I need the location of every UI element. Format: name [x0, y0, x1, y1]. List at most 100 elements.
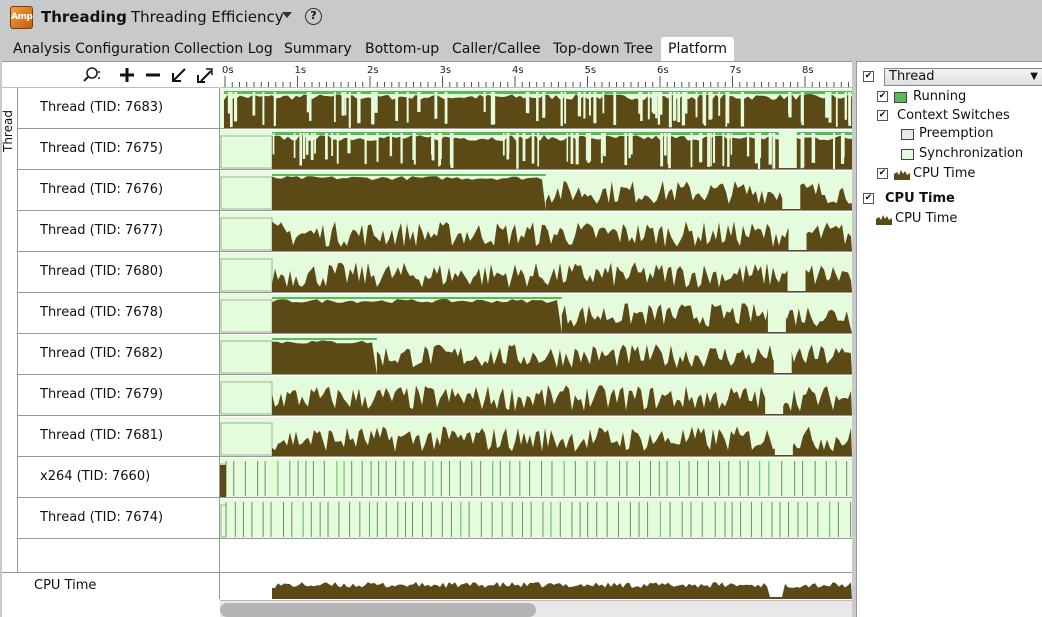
thread-track[interactable] [220, 498, 852, 539]
tab-analysis-configuration[interactable]: Analysis Configuration [6, 37, 177, 61]
thread-track-graph [220, 335, 852, 374]
synchronization-legend-label[interactable]: Synchronization [919, 146, 1023, 161]
cpu-time-checkbox[interactable]: ✔ [877, 168, 888, 179]
synchronization-gap [577, 92, 582, 117]
synchronization-gap [525, 92, 530, 114]
synchronization-gap [583, 92, 586, 119]
thread-track-graph [220, 417, 852, 456]
zoom-out-icon[interactable] [144, 66, 162, 84]
tab-summary[interactable]: Summary [277, 37, 359, 61]
thread-row-label[interactable]: Thread (TID: 7675) [18, 129, 220, 170]
analysis-type-title: Threading [41, 8, 127, 26]
help-icon[interactable]: ? [305, 8, 322, 25]
thread-track[interactable] [220, 88, 852, 129]
thread-grouping-select[interactable]: Thread ▼ [884, 68, 1042, 86]
synchronization-gap [726, 92, 730, 124]
synchronization-gap [309, 92, 312, 121]
cpu-time-group-checkbox[interactable]: ✔ [863, 193, 874, 204]
context-switches-legend-label: Context Switches [897, 108, 1010, 123]
tab-caller-callee[interactable]: Caller/Callee [445, 37, 548, 61]
tab-platform[interactable]: Platform [661, 37, 735, 61]
zoom-to-selection-icon[interactable] [170, 66, 188, 84]
thread-track[interactable] [220, 252, 852, 293]
thread-row-label[interactable]: Thread (TID: 7680) [18, 252, 220, 293]
synchronization-gap [364, 133, 367, 165]
synchronization-gap [334, 92, 336, 123]
synchronization-gap [310, 133, 314, 160]
cpu-time-swatch-icon [894, 170, 910, 180]
context-switches-checkbox[interactable]: ✔ [877, 110, 888, 121]
tab-bottom-up[interactable]: Bottom-up [358, 37, 446, 61]
synchronization-gap [773, 335, 792, 373]
synchronization-gap [531, 133, 535, 164]
synchronization-gap [227, 92, 231, 114]
synchronization-gap [299, 133, 303, 166]
preemption-legend-label[interactable]: Preemption [919, 126, 993, 141]
cpu-time-legend-label: CPU Time [913, 166, 976, 181]
tab-bar: Analysis Configuration Collection Log Su… [0, 37, 1042, 61]
cpu-time-track[interactable] [220, 572, 852, 599]
synchronization-gap [588, 92, 591, 116]
undo-zoom-icon[interactable] [196, 66, 214, 84]
thread-group-label-text: Thread [1, 110, 15, 152]
synchronization-gap [652, 92, 657, 114]
cpu-time-area [272, 176, 546, 210]
synchronization-gap [828, 92, 832, 123]
cpu-time-group-swatch-icon [876, 215, 892, 225]
synchronization-gap [663, 133, 667, 156]
ruler-tick-label: 2s [367, 65, 379, 76]
synchronization-gap [699, 133, 703, 163]
thread-track[interactable] [220, 129, 852, 170]
thread-tracks[interactable] [220, 88, 852, 573]
chevron-down-icon[interactable] [282, 12, 292, 18]
thread-row-label[interactable]: Thread (TID: 7676) [18, 170, 220, 211]
thread-track[interactable] [220, 334, 852, 375]
thread-row-label[interactable]: Thread (TID: 7683) [18, 88, 220, 129]
running-checkbox[interactable]: ✔ [877, 91, 888, 102]
synchronization-gap [788, 92, 792, 118]
synchronization-gap [848, 92, 851, 123]
thread-row-label[interactable]: Thread (TID: 7677) [18, 211, 220, 252]
thread-track[interactable] [220, 293, 852, 334]
tab-top-down-tree[interactable]: Top-down Tree [546, 37, 660, 61]
synchronization-gap [506, 133, 510, 160]
ruler-tick-label: 6s [657, 65, 669, 76]
thread-row-label[interactable]: Thread (TID: 7674) [18, 498, 220, 539]
chevron-down-icon[interactable]: ▼ [1030, 69, 1038, 85]
running-band [272, 132, 852, 135]
synchronization-gap [341, 92, 345, 116]
synchronization-gap [560, 92, 563, 126]
time-ruler[interactable]: 0s 1s 2s 3s 4s 5s 6s 7s 8s [220, 62, 852, 88]
analysis-name-title[interactable]: Threading Efficiency [131, 8, 284, 26]
running-band [272, 297, 562, 299]
thread-track[interactable] [220, 375, 852, 416]
cpu-time-area [272, 582, 852, 599]
synchronization-gap [844, 92, 847, 120]
thread-row-label[interactable]: Thread (TID: 7681) [18, 416, 220, 457]
synchronization-gap [730, 133, 733, 155]
synchronization-gap [832, 133, 836, 169]
search-icon[interactable] [82, 66, 100, 84]
thread-track[interactable] [220, 416, 852, 457]
zoom-in-icon[interactable] [118, 66, 136, 84]
thread-track[interactable] [220, 211, 852, 252]
horizontal-scrollbar[interactable] [220, 600, 852, 617]
thread-track[interactable] [220, 457, 852, 498]
thread-group-checkbox[interactable]: ✔ [863, 71, 874, 82]
ruler-tick-label: 8s [802, 65, 814, 76]
thread-row-label[interactable]: Thread (TID: 7678) [18, 293, 220, 334]
synchronization-gap [684, 92, 688, 114]
thread-row-label[interactable]: x264 (TID: 7660) [18, 457, 220, 498]
synchronization-gap [603, 133, 606, 157]
synchronization-gap [774, 417, 793, 455]
legend-panel: ✔ Thread ▼ ✔ Running ✔ Context Switches … [856, 61, 1042, 617]
synchronization-gap [371, 92, 375, 125]
scrollbar-thumb[interactable] [220, 603, 536, 617]
synchronization-gap [536, 92, 539, 122]
synchronization-gap [262, 92, 265, 125]
tab-collection-log[interactable]: Collection Log [167, 37, 280, 61]
synchronization-gap [450, 133, 454, 169]
thread-row-label[interactable]: Thread (TID: 7682) [18, 334, 220, 375]
thread-track[interactable] [220, 170, 852, 211]
thread-row-label[interactable]: Thread (TID: 7679) [18, 375, 220, 416]
